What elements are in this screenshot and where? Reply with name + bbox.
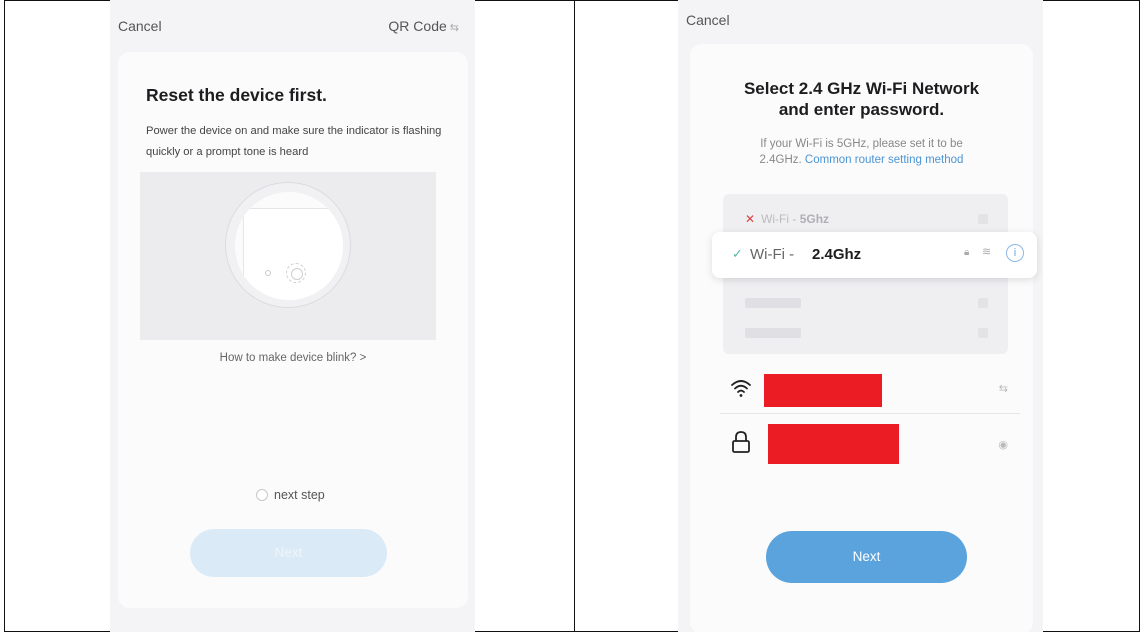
wifi-5ghz-prefix: Wi-Fi - [761,212,800,226]
redacted-password [768,424,899,464]
next-button[interactable]: Next [766,531,967,583]
blurred-network-name [745,298,801,308]
qr-code-label: QR Code [388,18,447,34]
wifi-hint: If your Wi-Fi is 5GHz, please set it to … [690,136,1033,168]
title-line-1: Select 2.4 GHz Wi-Fi Network [743,79,980,98]
wifi-24ghz-prefix: Wi-Fi - [750,246,795,263]
blurred-network-name [745,328,801,338]
device-body [235,192,343,300]
placeholder-icon [978,298,988,308]
info-icon[interactable]: i [1006,244,1024,262]
reset-instructions: Power the device on and make sure the in… [146,125,442,158]
page-title: Reset the device first. [146,85,327,105]
eye-icon[interactable]: ◉ [998,438,1008,451]
swap-icon: ⇆ [449,22,459,34]
device-face [243,208,343,300]
how-to-blink-link[interactable]: How to make device blink? > [118,352,468,364]
device-illustration [140,172,436,340]
check-icon: ✓ [732,246,743,261]
radio-circle-icon[interactable] [256,489,268,501]
wifi-select-screen: Cancel Select 2.4 GHz Wi-Fi Network and … [678,0,1043,632]
cancel-button[interactable]: Cancel [118,18,162,34]
wifi-blurred-item[interactable] [723,288,1008,318]
wifi-blurred-item[interactable] [723,318,1008,348]
placeholder-icon [978,214,988,224]
next-step-checkbox[interactable]: next step [256,488,325,502]
lock-icon [732,431,750,453]
router-setting-link[interactable]: Common router setting method [805,154,964,166]
wifi-name-field[interactable]: ⇆ [720,370,1020,414]
wifi-card: Select 2.4 GHz Wi-Fi Network and enter p… [690,44,1037,632]
panel-divider [574,0,575,632]
indicator-led-icon [265,270,271,276]
hint-line-2: 2.4GHz. [759,154,802,166]
title-line-2: and enter password. [778,100,945,119]
redacted-ssid [764,374,882,407]
next-button-disabled[interactable]: Next [190,529,387,577]
lock-icon: 🔒︎ [964,247,970,258]
wifi-5ghz-item[interactable]: ✕ Wi-Fi - 5Ghz [723,204,1008,234]
device-ring [225,182,351,308]
wifi-5ghz-band: 5Ghz [799,212,830,226]
switch-network-icon[interactable]: ⇆ [999,382,1008,395]
wifi-icon [731,380,751,397]
qr-code-button[interactable]: QR Code ⇆ [388,18,459,34]
next-step-label: next step [274,488,325,502]
page-title: Select 2.4 GHz Wi-Fi Network and enter p… [690,78,1033,120]
password-field[interactable]: ◉ [720,420,1020,464]
reset-card: Reset the device first. Power the device… [118,52,468,608]
wifi-24ghz-item-selected[interactable]: ✓ Wi-Fi - 2.4Ghz 🔒︎ ≋ i [712,232,1037,278]
cancel-button[interactable]: Cancel [686,12,730,28]
hint-line-1: If your Wi-Fi is 5GHz, please set it to … [760,138,963,150]
wifi-24ghz-band: 2.4Ghz [812,246,862,263]
wifi-signal-icon: ≋ [982,246,992,258]
placeholder-icon [978,328,988,338]
x-icon: ✕ [745,212,756,226]
reset-device-screen: Cancel QR Code ⇆ Reset the device first. … [110,0,475,632]
device-button-icon [286,263,306,283]
